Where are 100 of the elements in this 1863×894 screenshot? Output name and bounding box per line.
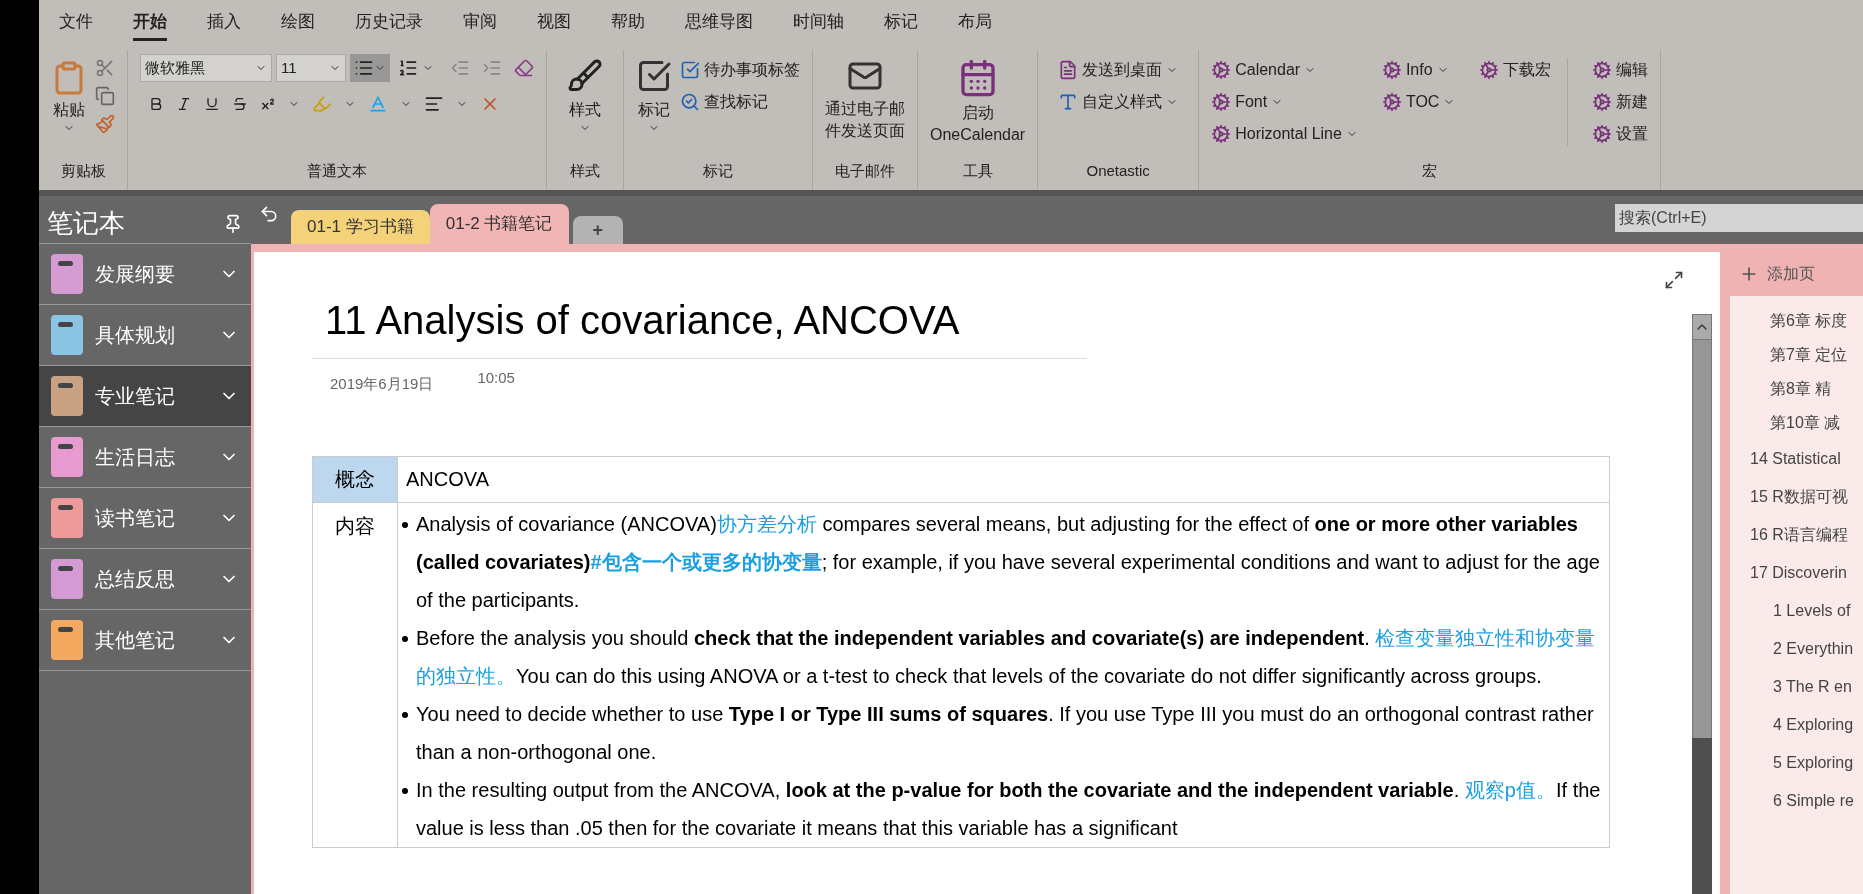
menu-tab[interactable]: 历史记录: [355, 4, 423, 42]
page-item[interactable]: 第6章 标度: [1730, 304, 1863, 338]
macro-button[interactable]: Font: [1211, 90, 1358, 114]
bullet-text: Analysis of covariance (ANCOVA)协方差分析 compares several means, but adjusting for the effect of one or more other variables (called covariates)#包含一个或更多的协变量; for example, if you have several experimental conditions and want to adjust for the age of the participants.: [416, 511, 1601, 613]
macro-button[interactable]: 编辑: [1592, 58, 1649, 82]
section-item[interactable]: 其他笔记: [39, 610, 251, 671]
section-item[interactable]: 总结反思: [39, 549, 251, 610]
menu-tab[interactable]: 绘图: [281, 4, 315, 42]
menu-tab[interactable]: 时间轴: [793, 4, 844, 42]
group-title: 工具: [961, 160, 994, 181]
expand-icon[interactable]: [1664, 270, 1684, 290]
bullet-text: Before the analysis you should check that the independent variables and covariate(s) are independent. 检查变量独立性和协变量的独立性。You can do this using ANOVA or a t-test to check that levels of the covariate do not differ significantly across groups.: [416, 625, 1597, 689]
font-color-icon[interactable]: [368, 94, 388, 114]
search-field[interactable]: 搜索(Ctrl+E): [1615, 204, 1863, 232]
menu-tab[interactable]: 开始: [133, 4, 167, 42]
macro-button[interactable]: 设置: [1592, 122, 1649, 146]
menu-tab[interactable]: 思维导图: [685, 4, 753, 42]
size-field[interactable]: 11: [276, 54, 346, 82]
page-item[interactable]: 16 R语言编程: [1730, 516, 1863, 554]
bullet-icon: [402, 521, 408, 528]
document-icon: [1058, 60, 1079, 80]
numbered-list-icon[interactable]: [398, 58, 418, 78]
page-title: 11 Analysis of covariance, ANCOVA: [312, 290, 1087, 359]
brush-icon: [567, 58, 603, 94]
onecalendar-button[interactable]: 启动 OneCalendar: [930, 54, 1026, 146]
page-item[interactable]: 第10章 减: [1730, 406, 1863, 440]
gear-icon: [1211, 124, 1232, 144]
pin-icon[interactable]: [223, 213, 243, 234]
group-title: 样式: [569, 160, 601, 181]
bullet-icon: [402, 635, 408, 642]
group-title: 宏: [1421, 160, 1439, 181]
onetastic-button[interactable]: 自定义样式: [1058, 90, 1179, 114]
superscript-icon[interactable]: [260, 96, 276, 112]
page-item[interactable]: 第7章 定位: [1730, 338, 1863, 372]
strikethrough-icon[interactable]: [232, 96, 248, 112]
onetastic-button[interactable]: 发送到桌面: [1058, 58, 1179, 82]
page-item[interactable]: 5 Exploring: [1730, 744, 1863, 782]
menu-tab[interactable]: 审阅: [463, 4, 497, 42]
page-item[interactable]: 17 Discoverin: [1730, 554, 1863, 592]
menu-tab[interactable]: 布局: [958, 4, 992, 42]
scrollbar-thumb[interactable]: [1692, 340, 1712, 738]
todo-tag-button[interactable]: 待办事项标签: [680, 58, 800, 82]
find-tags-button[interactable]: 查找标记: [680, 90, 800, 114]
align-icon[interactable]: [424, 94, 444, 114]
page-date: 2019年6月19日: [330, 374, 434, 394]
macro-button[interactable]: Info: [1381, 58, 1456, 82]
group-title: 电子邮件: [834, 160, 896, 181]
menu-tab[interactable]: 标记: [884, 4, 918, 42]
gear-icon: [1592, 60, 1613, 80]
page-item[interactable]: 14 Statistical: [1730, 440, 1863, 478]
gear-icon: [1592, 124, 1613, 144]
bullet-text: You need to decide whether to use Type I or Type III sums of squares. If you use Type III you must do an orthogonal contrast rather than a non-orthogonal one.: [416, 701, 1595, 765]
tag-button[interactable]: 标记: [636, 54, 672, 134]
bullet-text: In the resulting output from the ANCOVA, look at the p-value for both the covariate and the independent variable. 观察p值。If the value is less than .05 then for the covariate it means that this variable has a significant: [416, 777, 1601, 841]
macro-button[interactable]: 新建: [1592, 90, 1649, 114]
page-item[interactable]: 2 Everythin: [1730, 630, 1863, 668]
gear-icon: [1592, 92, 1613, 112]
gear-icon: [1381, 92, 1402, 112]
list-icon: [354, 58, 374, 78]
email-page-button[interactable]: 通过电子邮 件发送页面: [825, 54, 905, 142]
bullets-button[interactable]: [350, 54, 390, 82]
section-tab[interactable]: 01-2 书籍笔记: [429, 204, 569, 244]
gear-icon: [1479, 60, 1500, 80]
copy-icon[interactable]: [95, 86, 115, 106]
underline-icon[interactable]: [204, 96, 220, 112]
section-item[interactable]: 专业笔记: [39, 366, 251, 427]
page-item[interactable]: 第8章 精: [1730, 372, 1863, 406]
section-item[interactable]: 读书笔记: [39, 488, 251, 549]
gear-icon: [1211, 92, 1232, 112]
section-item[interactable]: 发展纲要: [39, 244, 251, 305]
menu-tab[interactable]: 插入: [207, 4, 241, 42]
macro-button[interactable]: Calendar: [1211, 58, 1358, 82]
page-item[interactable]: 1 Levels of: [1730, 592, 1863, 630]
paste-button[interactable]: 粘贴: [51, 54, 87, 134]
font-field[interactable]: 微软雅黑: [140, 54, 272, 82]
bold-icon[interactable]: [148, 96, 164, 112]
macro-button[interactable]: TOC: [1381, 90, 1456, 114]
menu-tab[interactable]: 帮助: [611, 4, 645, 42]
clear-format-icon[interactable]: [514, 58, 534, 78]
section-item[interactable]: 生活日志: [39, 427, 251, 488]
gear-icon: [1211, 60, 1232, 80]
macro-button[interactable]: 下载宏: [1479, 58, 1552, 82]
group-title: 标记: [702, 160, 734, 181]
macro-button[interactable]: Horizontal Line: [1211, 122, 1358, 146]
checkbox-icon: [680, 60, 700, 80]
menu-tab[interactable]: 视图: [537, 4, 571, 42]
page-item[interactable]: 15 R数据可视: [1730, 478, 1863, 516]
page-item[interactable]: 4 Exploring: [1730, 706, 1863, 744]
bullet-icon: [402, 787, 408, 794]
page-item[interactable]: 3 The R en: [1730, 668, 1863, 706]
table-cell: 内容: [313, 502, 398, 847]
menu-tab[interactable]: 文件: [59, 4, 93, 42]
group-title: Onetastic: [1085, 160, 1151, 181]
add-section-tab[interactable]: +: [572, 216, 623, 244]
section-tab[interactable]: 01-1 学习书籍: [291, 210, 430, 244]
styles-button[interactable]: 样式: [559, 54, 611, 134]
table-cell-text: ANCOVA: [405, 467, 490, 492]
italic-icon[interactable]: [176, 96, 192, 112]
back-icon[interactable]: [259, 204, 279, 224]
page-item[interactable]: 6 Simple re: [1730, 782, 1863, 820]
